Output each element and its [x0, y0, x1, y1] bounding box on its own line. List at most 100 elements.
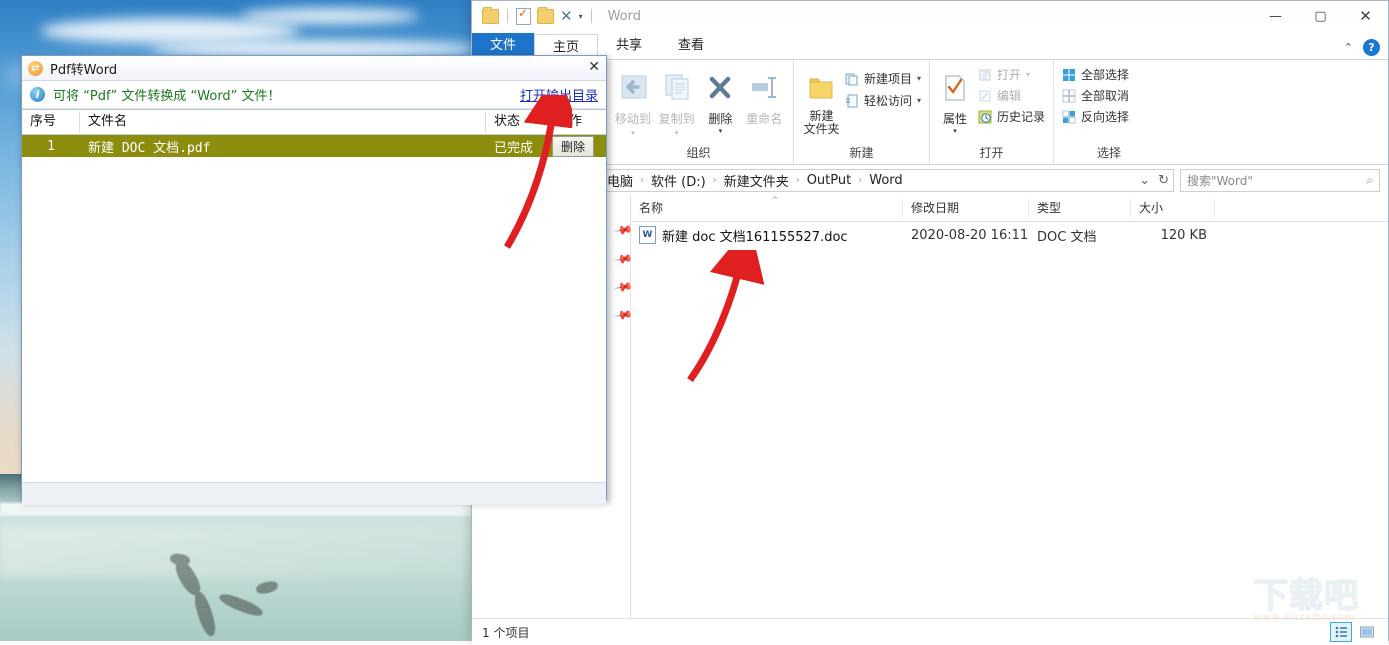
ribbon-group-new[interactable]: 新建 文件夹 新建项目 ▾ 轻松访问 ▾ 新建 [794, 60, 930, 164]
file-modified-cell: 2020-08-20 16:11 [911, 227, 1029, 243]
move-to-button[interactable]: 移动到 ▾ [612, 64, 654, 137]
breadcrumb-item-output[interactable]: OutPut [802, 173, 857, 188]
column-header-modified[interactable]: 修改日期 [903, 199, 1029, 217]
properties-label: 属性 [942, 112, 967, 126]
column-header-name[interactable]: 名称 [631, 199, 903, 217]
file-name-cell[interactable]: W 新建 doc 文档161155527.doc [631, 226, 903, 245]
pdf-to-word-window[interactable]: ⇄ Pdf转Word ✕ i 可将 “Pdf” 文件转换成 “Word” 文件！… [21, 55, 607, 505]
collapse-ribbon-icon[interactable]: ⌃ [1344, 41, 1353, 54]
explorer-title-bar: ✕ ▾ Word — ▢ ✕ [472, 1, 1388, 31]
properties-icon[interactable] [516, 6, 531, 25]
file-name-label: 新建 doc 文档161155527.doc [662, 229, 848, 245]
pin-icon[interactable]: 📌 [613, 277, 633, 297]
file-explorer-window[interactable]: ✕ ▾ Word — ▢ ✕ 文件 主页 共享 查看 ⌃ ? 剪切 剪切板 [471, 0, 1389, 645]
pin-icon[interactable]: 📌 [613, 220, 633, 240]
edit-button[interactable]: 编辑 [978, 87, 1045, 104]
select-none-button[interactable]: 全部取消 [1062, 87, 1129, 104]
move-to-label: 移动到 [614, 112, 651, 126]
site-watermark: 下载吧 www.xiazaiba.com [1253, 574, 1382, 636]
rename-button[interactable]: 重命名 [743, 64, 785, 127]
ribbon-right-controls[interactable]: ⌃ ? [1344, 39, 1380, 56]
invert-selection-button[interactable]: 反向选择 [1062, 108, 1129, 125]
close-button[interactable]: ✕ [1343, 1, 1388, 31]
select-none-icon [1062, 89, 1076, 102]
pdf-window-footer [22, 482, 606, 505]
ribbon[interactable]: 剪切 剪切板 \\.. 复制路径 [472, 60, 1388, 165]
minimize-button[interactable]: — [1253, 1, 1298, 31]
breadcrumb-separator: › [858, 174, 863, 186]
delete-label: 删除 [708, 112, 733, 126]
column-header-size[interactable]: 大小 [1131, 199, 1215, 217]
pin-icon[interactable]: 📌 [613, 305, 633, 325]
pin-icon[interactable]: 📌 [613, 249, 633, 269]
folder-icon[interactable] [482, 6, 499, 24]
pdf-table-header: 序号 文件名 状态 操作 [22, 110, 606, 135]
delete-button[interactable]: 删除 ▾ [700, 64, 742, 135]
history-icon [978, 110, 992, 123]
pdf-empty-list-area[interactable] [22, 157, 606, 482]
ribbon-tabs[interactable]: 文件 主页 共享 查看 ⌃ ? [472, 31, 1388, 60]
tab-share[interactable]: 共享 [598, 33, 660, 59]
breadcrumb-item-drive-d[interactable]: 软件 (D:) [646, 171, 711, 190]
select-all-button[interactable]: 全部选择 [1062, 66, 1129, 83]
chevron-down-icon[interactable]: ▾ [917, 96, 921, 105]
chevron-down-icon[interactable]: ▾ [1026, 70, 1030, 79]
move-to-icon [616, 68, 650, 108]
new-item-icon [845, 73, 858, 85]
pdf-column-index: 序号 [22, 111, 80, 133]
invert-selection-icon [1062, 110, 1076, 123]
sort-ascending-icon: ^ [771, 196, 779, 206]
pdf-close-button[interactable]: ✕ [588, 59, 600, 75]
address-history-chevron-icon[interactable]: ⌄ [1139, 173, 1150, 188]
easy-access-label: 轻松访问 [863, 94, 912, 108]
copy-to-button[interactable]: 复制到 ▾ [656, 64, 698, 137]
ribbon-group-organize[interactable]: 移动到 ▾ 复制到 ▾ 删除 ▾ 重命名 组织 [604, 60, 794, 164]
pdf-window-title: Pdf转Word [50, 62, 118, 78]
easy-access-icon [845, 94, 858, 107]
help-icon[interactable]: ? [1363, 39, 1380, 56]
breadcrumb-separator: › [795, 174, 800, 186]
open-button[interactable]: 打开 ▾ [978, 66, 1045, 83]
column-header-type[interactable]: 类型 [1029, 199, 1131, 217]
easy-access-button[interactable]: 轻松访问 ▾ [845, 92, 921, 109]
select-none-label: 全部取消 [1081, 89, 1130, 103]
item-count-label: 1 个项目 [482, 625, 530, 640]
pdf-tip-text: 可将 “Pdf” 文件转换成 “Word” 文件！ [53, 89, 281, 104]
chevron-down-icon[interactable]: ▾ [579, 12, 583, 21]
new-folder-icon[interactable] [537, 6, 554, 24]
pdf-row-index: 1 [47, 138, 55, 154]
new-folder-label: 新建 文件夹 [803, 109, 840, 136]
breadcrumb[interactable]: › 此电脑 › 软件 (D:) › 新建文件夹 › OutPut › Word … [578, 168, 1174, 192]
delete-icon[interactable]: ✕ [560, 8, 573, 24]
file-list-header[interactable]: 名称 ^ 修改日期 类型 大小 [631, 195, 1388, 222]
pdf-tip-bar: i 可将 “Pdf” 文件转换成 “Word” 文件！ 打开输出目录 [22, 81, 606, 109]
divider [507, 9, 508, 23]
chevron-down-icon[interactable]: ▾ [917, 74, 921, 83]
open-output-directory-link[interactable]: 打开输出目录 [520, 85, 598, 104]
new-folder-button[interactable]: 新建 文件夹 [802, 64, 841, 136]
breadcrumb-item-new-folder[interactable]: 新建文件夹 [719, 171, 794, 190]
search-input[interactable]: 搜索"Word" ⌕ [1180, 168, 1380, 192]
address-bar[interactable]: › 此电脑 › 软件 (D:) › 新建文件夹 › OutPut › Word … [472, 165, 1388, 195]
pdf-file-table[interactable]: 序号 文件名 状态 操作 1 新建 DOC 文档.pdf 已完成 删除 [22, 109, 606, 482]
search-icon[interactable]: ⌕ [1366, 173, 1373, 188]
properties-button[interactable]: 属性 ▾ [938, 64, 972, 135]
history-label: 历史记录 [996, 110, 1045, 124]
window-controls[interactable]: — ▢ ✕ [1253, 1, 1388, 31]
tab-view[interactable]: 查看 [660, 33, 722, 59]
history-button[interactable]: 历史记录 [978, 108, 1045, 125]
ribbon-group-label-organize: 组织 [686, 146, 711, 160]
file-type-cell: DOC 文档 [1037, 229, 1097, 245]
table-row[interactable]: W 新建 doc 文档161155527.doc 2020-08-20 16:1… [631, 222, 1388, 248]
file-list-pane[interactable]: 名称 ^ 修改日期 类型 大小 W 新建 doc 文档161155527.doc… [631, 195, 1388, 618]
breadcrumb-item-word[interactable]: Word [864, 173, 907, 188]
ribbon-group-label-new: 新建 [849, 146, 874, 160]
pdf-table-row[interactable]: 1 新建 DOC 文档.pdf 已完成 删除 [22, 135, 606, 157]
maximize-button[interactable]: ▢ [1298, 1, 1343, 31]
ribbon-group-open[interactable]: 属性 ▾ 打开 ▾ 编辑 历史记录 打开 [930, 60, 1054, 164]
pdf-row-delete-button[interactable]: 删除 [552, 135, 595, 157]
refresh-icon[interactable]: ↻ [1158, 173, 1169, 188]
new-item-button[interactable]: 新建项目 ▾ [845, 70, 921, 87]
quick-access-toolbar[interactable]: ✕ ▾ Word [472, 6, 641, 25]
ribbon-group-select[interactable]: 全部选择 全部取消 反向选择 选择 [1054, 60, 1164, 164]
